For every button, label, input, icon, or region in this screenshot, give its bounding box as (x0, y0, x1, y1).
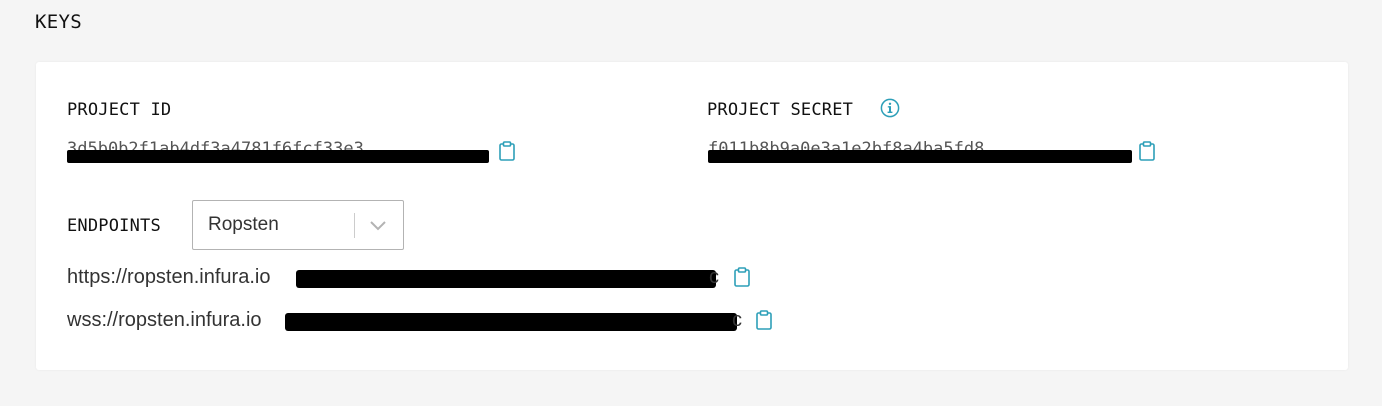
wss-endpoint-row: wss://ropsten.infura.io c (67, 309, 787, 335)
project-id-value: 3d5b0b2f1ab4df3a4781f6fcf33e3 (67, 141, 489, 163)
project-id-label: PROJECT ID (67, 100, 172, 120)
clipboard-icon (756, 310, 772, 330)
section-title: KEYS (35, 11, 82, 33)
redaction-bar (708, 150, 1132, 163)
copy-wss-endpoint-button[interactable] (756, 310, 772, 330)
https-endpoint-prefix: https://ropsten.infura.io (67, 266, 271, 288)
clipboard-icon (734, 267, 750, 287)
project-secret-value: f011b8b9a0e3a1e2bf8a4ba5fd8 (708, 141, 1132, 163)
copy-project-id-button[interactable] (499, 141, 515, 161)
keys-card: PROJECT ID 3d5b0b2f1ab4df3a4781f6fcf33e3… (36, 62, 1348, 370)
select-divider (354, 213, 355, 238)
clipboard-icon (1139, 141, 1155, 161)
network-select-value: Ropsten (208, 214, 279, 235)
info-icon[interactable] (880, 98, 900, 118)
wss-endpoint-suffix: c (732, 309, 742, 331)
chevron-down-icon[interactable] (369, 218, 387, 232)
copy-https-endpoint-button[interactable] (734, 267, 750, 287)
https-endpoint-suffix: c (709, 266, 719, 288)
redaction-bar (296, 270, 716, 288)
redaction-bar (67, 150, 489, 163)
copy-project-secret-button[interactable] (1139, 141, 1155, 161)
info-circle-icon (880, 98, 900, 118)
project-secret-label: PROJECT SECRET (707, 100, 854, 120)
network-select[interactable]: Ropsten (192, 200, 404, 250)
redaction-bar (285, 313, 737, 331)
endpoints-label: ENDPOINTS (67, 216, 161, 236)
https-endpoint-row: https://ropsten.infura.io c (67, 266, 787, 292)
wss-endpoint-prefix: wss://ropsten.infura.io (67, 309, 262, 331)
clipboard-icon (499, 141, 515, 161)
